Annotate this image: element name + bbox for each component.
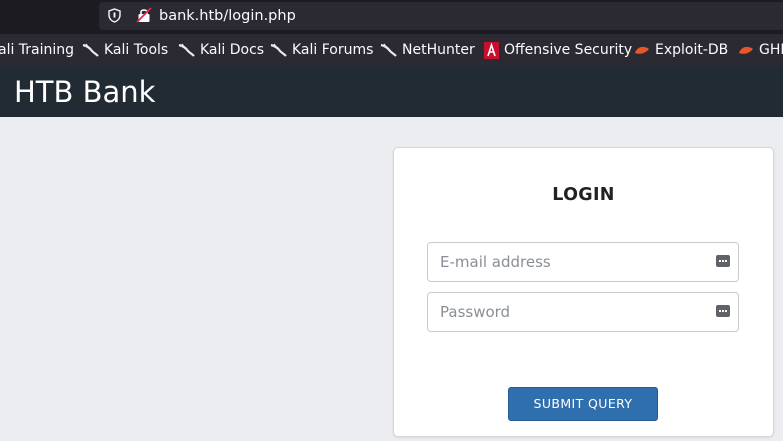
bookmark-ghdb[interactable]: GHI — [738, 34, 783, 66]
url-text[interactable]: bank.htb/login.php — [159, 6, 296, 26]
site-title[interactable]: HTB Bank — [14, 74, 155, 110]
bookmark-label: Kali Docs — [200, 42, 265, 58]
bookmark-kali-forums[interactable]: Kali Forums — [270, 34, 373, 66]
kali-dragon-icon — [82, 43, 99, 57]
bookmark-offensive-security[interactable]: Offensive Security — [484, 34, 632, 66]
bookmark-kali-docs[interactable]: Kali Docs — [178, 34, 264, 66]
bookmark-nethunter[interactable]: NetHunter — [380, 34, 475, 66]
bookmark-label: Exploit-DB — [655, 42, 729, 58]
bookmark-exploit-db[interactable]: Exploit-DB — [634, 34, 728, 66]
exploitdb-icon — [739, 46, 753, 54]
submit-button[interactable]: SUBMIT QUERY — [508, 387, 658, 421]
email-field[interactable] — [427, 242, 739, 282]
insecure-lock-icon[interactable] — [136, 7, 152, 23]
password-field[interactable] — [427, 292, 739, 332]
password-manager-icon[interactable] — [716, 305, 730, 317]
password-input[interactable] — [428, 293, 710, 331]
bookmark-label: Kali Forums — [292, 42, 374, 58]
password-manager-icon[interactable] — [716, 255, 730, 267]
bookmark-label: Offensive Security — [504, 42, 633, 58]
kali-dragon-icon — [380, 43, 397, 57]
login-heading: LOGIN — [552, 185, 615, 205]
bookmark-label: GHI — [759, 42, 783, 58]
kali-dragon-icon — [178, 43, 195, 57]
kali-dragon-icon — [270, 43, 287, 57]
email-input[interactable] — [428, 243, 710, 281]
exploitdb-icon — [635, 46, 649, 54]
shield-icon[interactable] — [108, 8, 121, 23]
bookmarks-toolbar: ali Training Kali Tools Kali Docs Kali F… — [0, 34, 783, 66]
bookmark-kali-tools[interactable]: Kali Tools — [82, 34, 168, 66]
bookmark-label: Kali Tools — [104, 42, 169, 58]
bookmark-label: NetHunter — [402, 42, 475, 58]
bookmark-label: ali Training — [0, 42, 75, 58]
offsec-icon — [484, 41, 499, 59]
bookmark-kali-training[interactable]: ali Training — [0, 34, 74, 66]
